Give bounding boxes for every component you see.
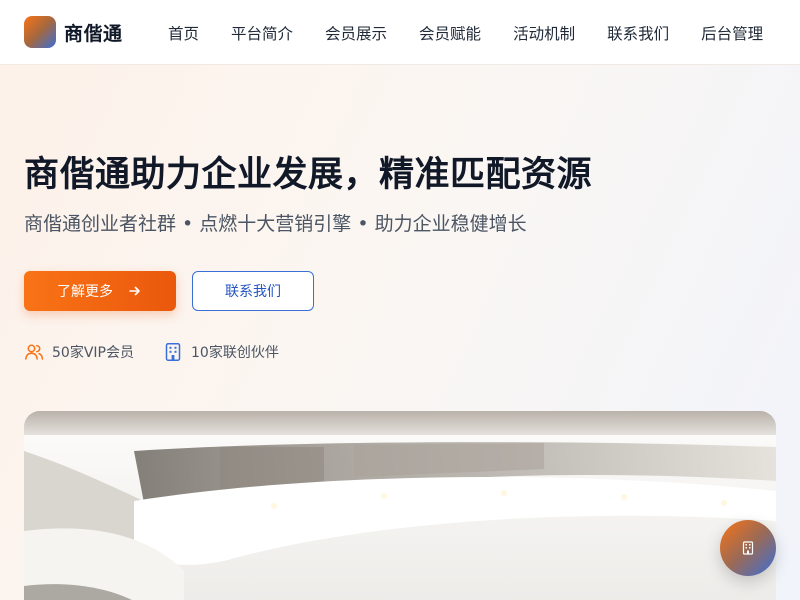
nav-item-about[interactable]: 平台简介 [215,22,309,44]
learn-more-label: 了解更多 [57,283,113,299]
logo-mark-icon [24,16,56,48]
brand-name: 商偕通 [64,22,123,45]
nav-item-activities[interactable]: 活动机制 [497,22,591,44]
hero-subtitle: 商偕通创业者社群 • 点燃十大营销引擎 • 助力企业稳健增长 [24,213,527,235]
contact-us-button[interactable]: 联系我们 [192,271,314,311]
users-icon [25,344,44,360]
stat-vip-members: 50家VIP会员 [24,342,134,362]
stat-partners-text: 10家联创伙伴 [191,345,279,361]
hero-photo [24,411,776,600]
building-icon [165,343,181,361]
building-icon [742,541,754,555]
nav-item-contact[interactable]: 联系我们 [591,22,685,44]
main-nav: 首页 平台简介 会员展示 会员赋能 活动机制 联系我们 后台管理 [152,0,779,65]
nav-item-admin[interactable]: 后台管理 [685,22,779,44]
top-nav-bar: 商偕通 首页 平台简介 会员展示 会员赋能 活动机制 联系我们 后台管理 [0,0,800,65]
page: 商偕通 首页 平台简介 会员展示 会员赋能 活动机制 联系我们 后台管理 商偕通… [0,0,800,600]
nav-item-members[interactable]: 会员展示 [309,22,403,44]
nav-item-empowerment[interactable]: 会员赋能 [403,22,497,44]
arrow-right-icon [129,286,140,296]
hero-title: 商偕通助力企业发展，精准匹配资源 [24,155,593,195]
stat-vip-text: 50家VIP会员 [52,345,134,361]
contact-us-label: 联系我们 [225,283,281,299]
nav-item-home[interactable]: 首页 [152,22,215,44]
brand-logo[interactable]: 商偕通 [24,16,123,48]
learn-more-button[interactable]: 了解更多 [24,271,176,311]
stat-partners: 10家联创伙伴 [163,342,279,362]
floating-action-button[interactable] [720,520,776,576]
